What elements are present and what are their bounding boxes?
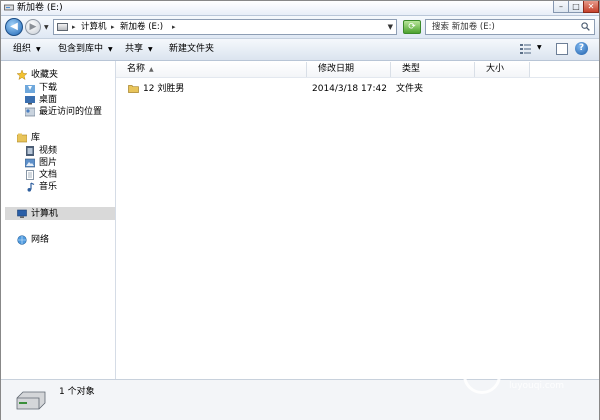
breadcrumb-separator[interactable]: ▸ <box>111 22 115 33</box>
music-icon <box>27 182 35 192</box>
preview-pane-icon[interactable] <box>556 43 568 55</box>
nav-item-label: 最近访问的位置 <box>39 107 103 117</box>
change-view-icon[interactable] <box>520 44 531 54</box>
window-title: 新加卷 (E:) <box>17 3 63 13</box>
downloads-folder-icon <box>25 85 35 93</box>
file-modified: 2014/3/18 17:42 <box>312 84 387 94</box>
command-toolbar: 组织 ▼ 包含到库中 ▼ 共享 ▼ 新建文件夹 ▼ ? <box>1 39 599 61</box>
back-button[interactable]: ◀ <box>5 18 23 36</box>
column-header-label: 名称 <box>127 64 146 74</box>
chevron-down-icon: ▼ <box>36 46 41 53</box>
view-options-dropdown-icon[interactable]: ▼ <box>537 44 542 51</box>
folder-icon <box>128 85 139 93</box>
refresh-button[interactable]: ⟳ <box>403 20 421 34</box>
nav-item-label: 图片 <box>39 158 58 168</box>
include-in-library-button[interactable]: 包含到库中 ▼ <box>58 43 113 56</box>
address-bar[interactable]: ▸ 计算机 ▸ 新加卷 (E:) ▸ ▼ <box>53 19 397 35</box>
organize-label: 组织 <box>13 44 32 54</box>
title-bar[interactable]: 新加卷 (E:) – □ ✕ <box>1 1 599 16</box>
file-type: 文件夹 <box>396 84 424 94</box>
nav-favorites-label: 收藏夹 <box>31 70 59 80</box>
close-button[interactable]: ✕ <box>583 1 599 13</box>
history-dropdown-icon[interactable]: ▼ <box>44 24 49 31</box>
nav-item-label: 桌面 <box>39 95 58 105</box>
breadcrumb-drive[interactable]: 新加卷 (E:) <box>120 22 163 33</box>
navigation-pane: 收藏夹 下载 桌面 最近访问的位置 库 视频 图片 文档 音乐 计算机 网络 <box>1 61 116 379</box>
share-button[interactable]: 共享 ▼ <box>125 43 153 56</box>
column-header-name[interactable]: 名称 ▲ <box>116 62 307 77</box>
address-dropdown-icon[interactable]: ▼ <box>388 23 393 31</box>
column-header-type[interactable]: 类型 <box>391 62 475 77</box>
drive-icon <box>57 23 68 31</box>
breadcrumb-separator[interactable]: ▸ <box>172 22 176 33</box>
search-input[interactable]: 搜索 新加卷 (E:) <box>425 19 595 35</box>
search-placeholder: 搜索 新加卷 (E:) <box>432 22 495 32</box>
watermark-text: 路由器 <box>507 354 580 379</box>
address-row: ◀ ▶ ▼ ▸ 计算机 ▸ 新加卷 (E:) ▸ ▼ ⟳ 搜索 新加卷 (E:) <box>1 16 599 39</box>
nav-item-label: 文档 <box>39 170 58 180</box>
library-icon <box>17 133 27 143</box>
header-divider <box>116 77 599 78</box>
sort-ascending-icon: ▲ <box>149 66 154 73</box>
file-row[interactable]: 12 刘胜男 2014/3/18 17:42 文件夹 <box>116 82 599 96</box>
chevron-down-icon: ▼ <box>108 46 113 53</box>
drive-icon <box>4 4 14 11</box>
desktop-icon <box>25 96 35 105</box>
maximize-button[interactable]: □ <box>568 1 584 13</box>
drive-icon <box>16 391 46 410</box>
search-icon[interactable] <box>581 22 590 31</box>
forward-button[interactable]: ▶ <box>25 19 41 35</box>
include-in-library-label: 包含到库中 <box>58 44 104 54</box>
nav-item-label: 音乐 <box>39 182 58 192</box>
document-icon <box>26 170 34 180</box>
share-label: 共享 <box>125 44 144 54</box>
chevron-down-icon: ▼ <box>148 46 153 53</box>
network-icon <box>17 235 27 245</box>
watermark-subtext: luyouqi.com <box>509 381 565 391</box>
computer-icon <box>17 209 27 218</box>
nav-item-label: 视频 <box>39 146 58 156</box>
file-name[interactable]: 12 刘胜男 <box>143 82 184 96</box>
status-count: 1 个对象 <box>59 387 95 397</box>
watermark-circle-icon <box>463 356 501 394</box>
breadcrumb-computer[interactable]: 计算机 <box>81 22 107 33</box>
video-icon <box>26 146 34 156</box>
column-header-modified[interactable]: 修改日期 <box>307 62 391 77</box>
nav-libraries-label: 库 <box>31 133 41 143</box>
nav-item-label: 计算机 <box>31 209 59 219</box>
picture-icon <box>25 158 35 168</box>
breadcrumb-separator[interactable]: ▸ <box>72 22 76 33</box>
organize-button[interactable]: 组织 ▼ <box>13 43 41 56</box>
file-list: 名称 ▲ 修改日期 类型 大小 12 刘胜男 2014/3/18 17:42 文件… <box>116 61 599 379</box>
star-icon <box>17 70 27 80</box>
column-header-size[interactable]: 大小 <box>475 62 530 77</box>
new-folder-button[interactable]: 新建文件夹 <box>169 43 214 55</box>
recent-places-icon <box>25 107 35 117</box>
minimize-button[interactable]: – <box>553 1 569 13</box>
watermark-logo: 路由器 luyouqi.com <box>463 354 593 398</box>
help-icon[interactable]: ? <box>575 42 588 55</box>
nav-item-label: 下载 <box>39 83 58 93</box>
nav-item-label: 网络 <box>31 235 50 245</box>
explorer-window: 新加卷 (E:) – □ ✕ ◀ ▶ ▼ ▸ 计算机 ▸ 新加卷 (E:) ▸ … <box>0 0 600 420</box>
